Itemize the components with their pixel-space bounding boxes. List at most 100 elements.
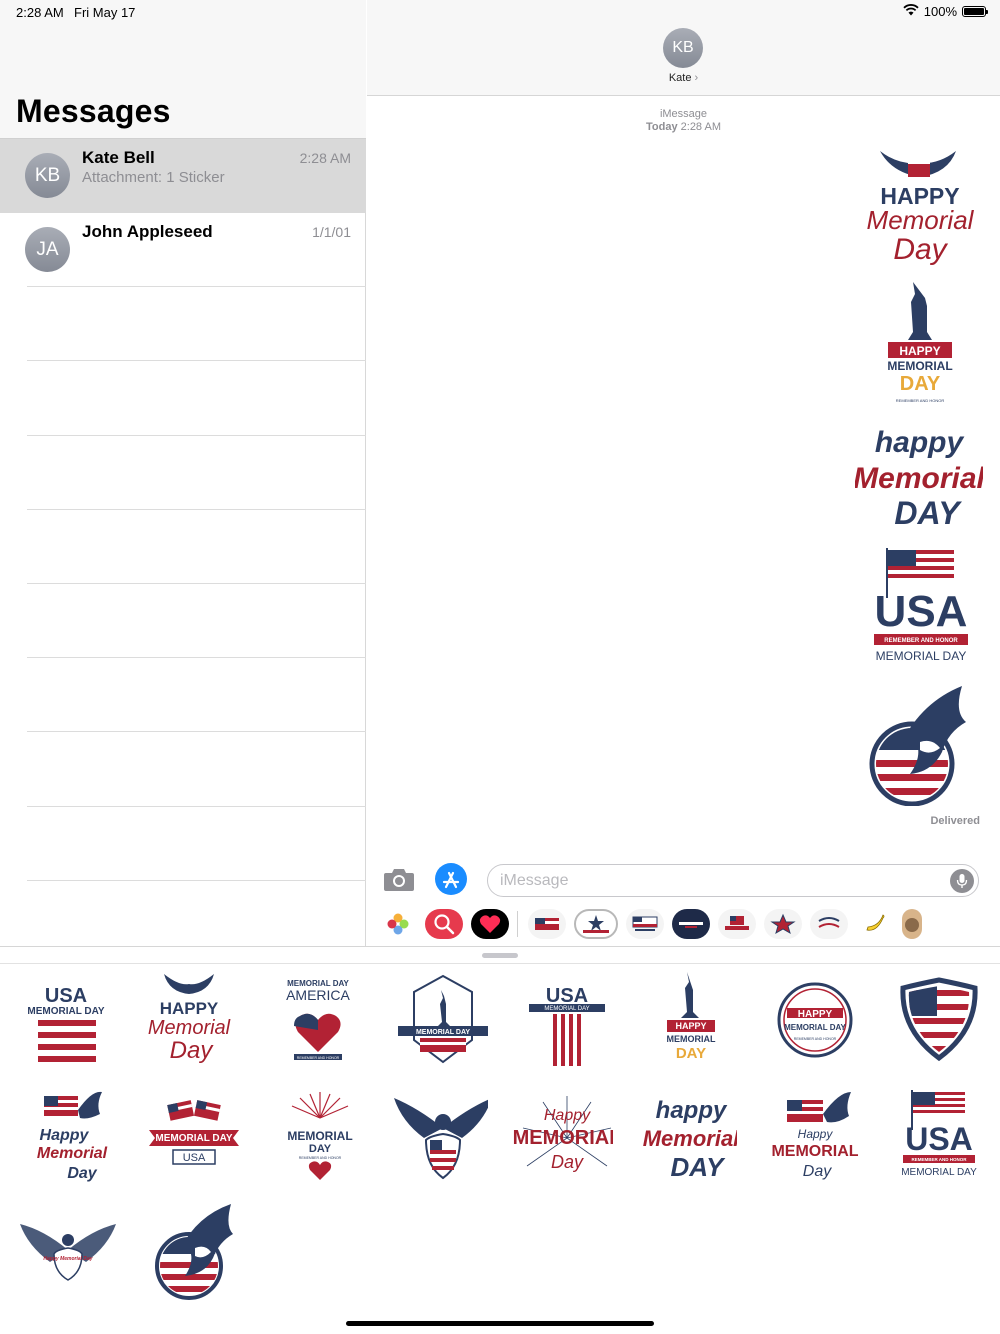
drawer-sticker-13[interactable]: Happy MEMORIAL Day [508,1088,618,1188]
conversation-item-kate-bell[interactable]: KB Kate Bell Attachment: 1 Sticker 2:28 … [0,139,366,213]
sticker-text: REMEMBER AND HONOR [794,1037,837,1041]
usa-flag-memorial-day-sticker: USA REMEMBER AND HONOR MEMORIAL DAY [874,548,968,663]
sticker-text: USA [45,985,87,1007]
statue-of-liberty-sticker: HAPPY MEMORIAL DAY [667,972,716,1062]
app-store-button[interactable] [433,863,469,895]
list-separator [27,806,366,807]
liberty-hexagon-sticker: MEMORIAL DAY [398,974,488,1064]
eagle-wings-sticker: Happy Memorial Day [20,1224,116,1281]
memorial-day-sticker-app-3-icon[interactable] [626,909,664,939]
message-input-field[interactable] [487,864,979,897]
sticker-text: REMEMBER AND HONOR [911,1157,967,1162]
microphone-icon [956,874,968,888]
conversation-item-john-appleseed[interactable]: JA John Appleseed 1/1/01 [0,213,366,287]
sticker-text: Memorial [643,1126,737,1151]
drawer-sticker-1[interactable]: USA MEMORIAL DAY [11,970,121,1070]
conversation-preview: Attachment: 1 Sticker [82,169,225,186]
sticker-text: MEMORIAL DAY [155,1133,233,1144]
memorial-day-sticker-app-4-icon[interactable] [672,909,710,939]
drawer-sticker-9[interactable]: Happy Memorial Day [11,1088,121,1188]
sticker-text: MEMORIAL DAY [416,1029,470,1036]
drawer-sticker-5[interactable]: USA MEMORIAL DAY [508,970,618,1070]
memorial-day-sticker-app-5-icon[interactable] [718,909,756,939]
digital-touch-heart-icon[interactable] [471,909,509,939]
page-title: Messages [16,93,171,129]
sticker-text: DAY [309,1143,332,1155]
sticker-text: MEMORIAL DAY [901,1167,977,1178]
avatar: JA [25,227,70,272]
timestamp-day: Today [646,121,678,133]
sticker-text: Day [67,1165,97,1182]
drawer-sticker-6[interactable]: HAPPY MEMORIAL DAY [632,970,742,1070]
list-separator [27,360,366,361]
drawer-sticker-14[interactable]: happy Memorial DAY [632,1088,742,1188]
sticker-text: REMEMBER AND HONOR [297,1056,340,1060]
circle-badge-sticker: HAPPY MEMORIAL DAY REMEMBER AND HONOR [777,982,853,1058]
contact-avatar[interactable]: KB [663,28,703,68]
conversation-name: Kate Bell [82,148,155,167]
conversation-name: John Appleseed [82,222,213,241]
memorial-day-sticker-app-1-icon[interactable] [528,909,566,939]
eagle-flag-circle-sticker [869,686,966,806]
status-bar: 2:28 AM Fri May 17 100% [0,0,1000,24]
sticker-text: MEMORIAL [887,359,952,373]
drawer-sticker-2[interactable]: HAPPY Memorial Day [134,970,244,1070]
sticker-text: DAY [894,495,962,531]
memorial-day-sticker-app-6-icon[interactable] [764,909,802,939]
eagle-flag-circle-sticker [155,1204,233,1300]
drawer-sticker-17[interactable]: Happy Memorial Day [11,1202,121,1302]
heart-flag-america-sticker: MEMORIAL DAY AMERICA REMEMBER AND HONOR [286,979,351,1060]
drawer-sticker-18[interactable] [134,1202,244,1302]
sticker-text: USA [875,587,968,636]
chevron-right-icon: › [694,72,699,84]
sticker-text: MEMORIAL DAY [27,1006,105,1017]
statue-of-liberty-happy-memorial-day-sticker: HAPPY MEMORIAL DAY REMEMBER AND HONOR [887,282,953,403]
drawer-sticker-8[interactable] [880,970,990,1070]
imessage-app-strip [367,903,1000,945]
avatar: KB [25,153,70,198]
sticker-text: Happy [40,1127,90,1144]
drawer-sticker-12[interactable] [383,1088,493,1188]
sticker-text: MEMORIAL DAY [544,1006,589,1012]
status-time: 2:28 AM [16,5,64,20]
drawer-sticker-16[interactable]: USA REMEMBER AND HONOR MEMORIAL DAY [880,1088,990,1188]
memorial-day-sticker-app-7-icon[interactable] [810,909,848,939]
message-sticker-5[interactable] [862,682,974,806]
message-input[interactable] [500,871,940,891]
drawer-sticker-3[interactable]: MEMORIAL DAY AMERICA REMEMBER AND HONOR [259,970,369,1070]
message-sticker-3[interactable]: happy Memorial DAY [855,420,983,532]
drawer-grabber[interactable] [482,953,518,958]
battery-fill [964,8,984,15]
drawer-sticker-11[interactable]: MEMORIAL DAY REMEMBER AND HONOR [259,1088,369,1188]
conversation-list-pane: Messages KB Kate Bell Attachment: 1 Stic… [0,0,366,946]
eagle-flag-script-sticker: Happy Memorial Day [37,1091,108,1182]
photos-app-icon[interactable] [379,909,417,939]
image-search-app-icon[interactable] [425,909,463,939]
drawer-sticker-7[interactable]: HAPPY MEMORIAL DAY REMEMBER AND HONOR [756,970,866,1070]
list-separator [27,880,366,881]
sticker-text: USA [905,1121,973,1157]
sticker-text: Day [170,1037,215,1064]
drawer-sticker-10[interactable]: MEMORIAL DAY USA [134,1088,244,1188]
usa-banner-flag-sticker: USA MEMORIAL DAY [529,985,605,1066]
microphone-button[interactable] [950,869,974,893]
contact-name-button[interactable]: Kate › [367,72,1000,84]
message-sticker-4[interactable]: USA REMEMBER AND HONOR MEMORIAL DAY [866,546,976,672]
home-indicator[interactable] [346,1321,654,1326]
drawer-sticker-15[interactable]: Happy MEMORIAL Day [756,1088,866,1188]
sticker-text: DAY [900,373,941,395]
sticker-text: MEMORIAL [513,1127,613,1149]
flag-shield-sticker [900,977,978,1062]
message-sticker-2[interactable]: HAPPY MEMORIAL DAY REMEMBER AND HONOR [880,280,960,408]
delivered-status: Delivered [930,815,980,827]
message-sticker-1[interactable]: HAPPY Memorial Day [858,143,982,273]
sticker-text: Day [893,233,948,266]
cat-app-icon[interactable] [902,909,922,939]
drawer-sticker-4[interactable]: MEMORIAL DAY [383,970,493,1070]
sticker-text: DAY [671,1152,727,1182]
sticker-text: REMEMBER AND HONOR [884,638,958,644]
banana-app-icon[interactable] [856,909,894,939]
memorial-day-sticker-app-2-icon[interactable] [574,909,618,939]
camera-button[interactable] [381,864,417,894]
eagle-shield-sticker [394,1098,488,1180]
